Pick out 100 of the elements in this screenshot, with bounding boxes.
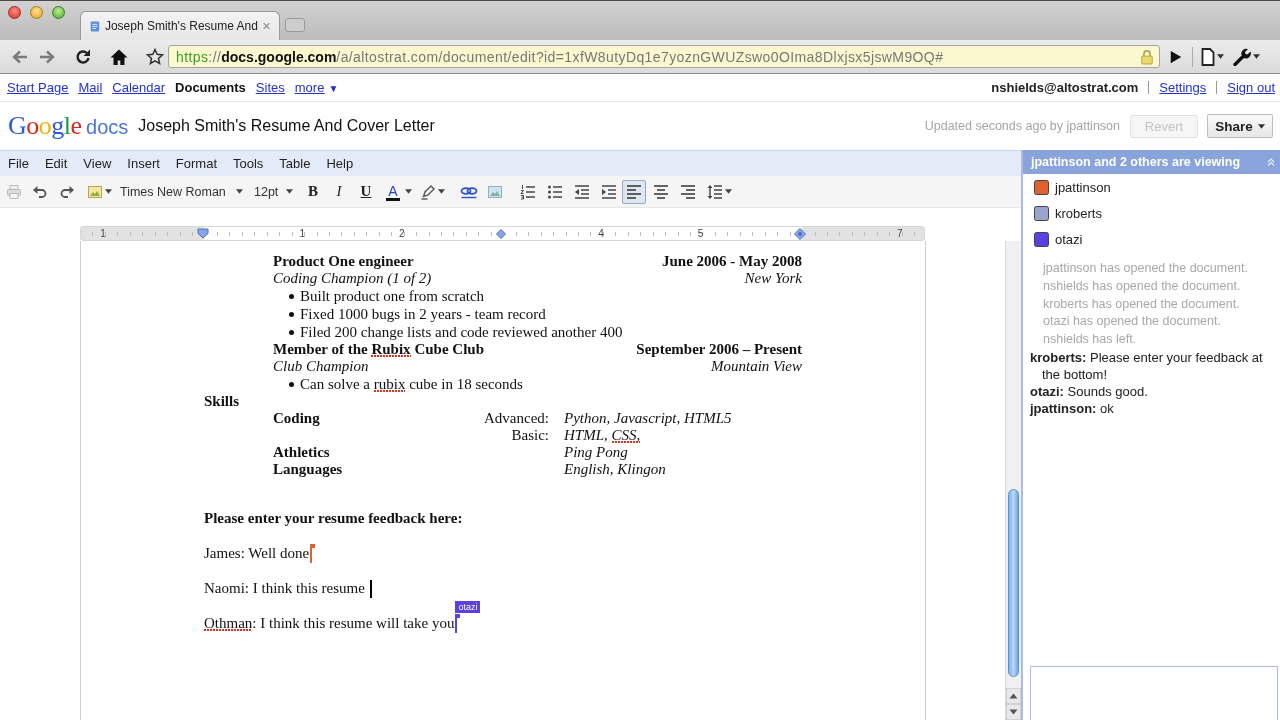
nav-link[interactable]: Sites (255, 80, 285, 95)
skill-category: Athletics (273, 444, 330, 460)
bulleted-list-icon[interactable] (547, 183, 563, 200)
ruler-number: 1 (298, 228, 306, 239)
text-color-button[interactable]: A (383, 180, 403, 203)
increase-indent-icon[interactable] (601, 183, 617, 200)
menu-item[interactable]: Format (167, 156, 225, 171)
bold-button[interactable]: B (303, 180, 323, 203)
zoom-window-button[interactable] (52, 6, 65, 19)
browser-tab[interactable]: Joseph Smith's Resume And (80, 11, 280, 40)
section-heading: Skills (204, 393, 240, 409)
bullet-icon (289, 381, 294, 387)
viewers-title: jpattinson and 2 others are viewing (1031, 155, 1241, 169)
menu-item[interactable]: Edit (36, 156, 76, 171)
scroll-down-icon[interactable] (1006, 704, 1021, 720)
decrease-indent-icon[interactable] (574, 183, 590, 200)
activity-message: jpattinson has opened the document. (1043, 260, 1249, 277)
chat-input-field[interactable] (1030, 666, 1278, 720)
nav-link[interactable]: more ▼ (294, 80, 339, 95)
underline-button[interactable]: U (356, 180, 376, 203)
viewer-name: otazi (1055, 231, 1083, 247)
menu-item[interactable]: Help (318, 156, 362, 171)
bullet-text: Built product one from scratch (300, 287, 485, 305)
account-email: nshields@altostrat.com (991, 80, 1139, 95)
caret-icon[interactable] (1253, 54, 1260, 59)
caret-icon[interactable] (405, 189, 412, 194)
nav-link[interactable]: Documents (175, 80, 246, 95)
bullet-text: Can solve a rubix cube in 18 seconds (300, 375, 523, 393)
job-role: Club Champion (273, 358, 369, 375)
caret-icon[interactable] (725, 189, 732, 194)
numbered-list-icon[interactable] (520, 183, 536, 200)
menu-item[interactable]: Tools (225, 156, 272, 171)
skill-level: Basic: (511, 427, 549, 443)
bullet-text: Filed 200 change lists and code reviewed another 400 (300, 323, 623, 341)
align-left-button[interactable] (622, 179, 646, 204)
caret-icon (286, 189, 293, 194)
job-dates: September 2006 – Present (636, 341, 802, 358)
ruler-number: 2 (398, 228, 406, 239)
caret-icon (236, 189, 243, 194)
scrollbar[interactable] (1005, 241, 1021, 720)
activity-message: kroberts has opened the document. (1043, 295, 1241, 313)
menu-item[interactable]: View (75, 156, 120, 171)
caret-icon[interactable] (1217, 54, 1224, 59)
menu-item[interactable]: File (0, 156, 37, 171)
wrench-icon[interactable] (1233, 47, 1251, 66)
save-status-text: Updated seconds ago by jpattinson (924, 119, 1120, 133)
close-icon[interactable] (262, 21, 270, 31)
skill-list: Python, Javascript, HTML5 (564, 410, 732, 427)
skill-list: HTML, CSS, (564, 427, 641, 444)
ruler-number: 1 (99, 228, 107, 239)
right-indent-marker-icon[interactable] (794, 227, 807, 240)
nav-link[interactable]: Mail (78, 80, 103, 95)
menu-item[interactable]: Insert (119, 156, 168, 171)
play-icon[interactable] (1169, 48, 1183, 65)
share-button[interactable]: Share (1207, 114, 1273, 138)
caret-icon[interactable] (105, 189, 112, 194)
chat-message: kroberts: Please enter your feedback at the bottom! (1030, 349, 1264, 383)
caret-icon[interactable] (438, 189, 445, 194)
feedback-heading: Please enter your resume feedback here: (204, 510, 463, 526)
font-size-dropdown[interactable]: 12pt (251, 180, 297, 203)
ruler-number: 5 (696, 228, 705, 239)
feedback-text: Othman: I think this resume will take you (204, 615, 455, 632)
undo-icon[interactable] (32, 183, 48, 200)
tab-stop-marker-icon[interactable] (496, 228, 507, 239)
feedback-text: Naomi: I think this resume (204, 580, 365, 597)
nav-link[interactable]: Calendar (112, 80, 166, 95)
job-dates: June 2006 - May 2008 (662, 253, 802, 270)
scroll-up-icon[interactable] (1006, 688, 1021, 704)
close-window-button[interactable] (8, 6, 21, 19)
align-center-icon (653, 184, 669, 199)
page-icon[interactable] (1201, 47, 1215, 66)
ruler-number: 7 (895, 228, 904, 239)
job-title: Member of the Rubix Cube Club (273, 341, 484, 358)
star-icon[interactable] (146, 47, 164, 66)
bullet-icon (289, 329, 294, 335)
nav-link[interactable]: Start Page (7, 80, 69, 95)
job-title: Product One engineer (273, 253, 414, 270)
account-link[interactable]: Settings (1159, 80, 1207, 95)
highlighter-icon[interactable] (420, 183, 436, 200)
home-icon[interactable] (110, 47, 128, 66)
minimize-window-button[interactable] (30, 6, 43, 19)
account-link[interactable]: Sign out (1227, 80, 1275, 95)
reload-icon[interactable] (74, 47, 92, 66)
document-title: Joseph Smith's Resume And Cover Letter (138, 117, 435, 135)
scrollbar-thumb[interactable] (1008, 489, 1019, 677)
feedback-text: James: Well done (204, 545, 310, 562)
align-left-icon (626, 184, 642, 199)
job-location: Mountain View (711, 358, 802, 375)
job-location: New York (744, 270, 802, 287)
address-field[interactable]: https://docs.google.com/a/altostrat.com/document/edit?id=1xfW8utyDq1e7yoznGWUZswo0OIma8Dlxjsx5jswM9OQ# (168, 45, 1160, 68)
left-indent-marker-icon[interactable] (196, 228, 209, 239)
align-right-icon (680, 184, 696, 199)
menu-item[interactable]: Table (271, 156, 319, 171)
activity-message: nshields has opened the document. (1043, 277, 1242, 295)
ruler-number: 4 (597, 228, 605, 239)
bullet-icon (289, 293, 294, 299)
bullet-text: Fixed 1000 bugs in 2 years - team record (300, 305, 546, 323)
line-spacing-icon[interactable] (707, 183, 723, 200)
font-dropdown[interactable]: Times New Roman (117, 180, 247, 203)
italic-button[interactable]: I (329, 180, 349, 203)
